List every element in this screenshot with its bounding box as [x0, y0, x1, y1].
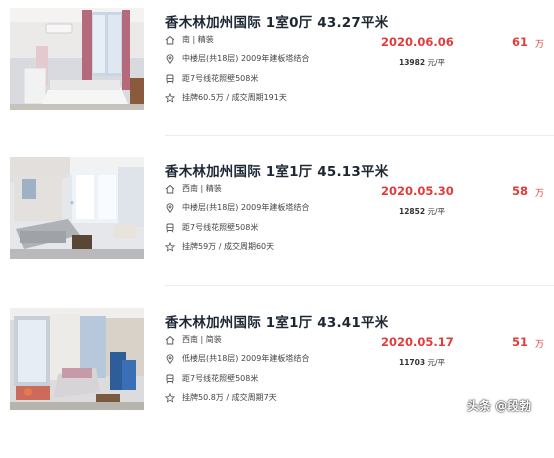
total-price-unit: 万	[535, 40, 545, 50]
orientation-text: 南 | 精装	[182, 35, 214, 44]
transit-text: 距7号线花照壁508米	[182, 223, 259, 232]
location-pin-icon	[165, 202, 175, 213]
floor-row: 低楼层(共18层) 2009年建板塔结合	[165, 353, 309, 364]
listing-title[interactable]: 香木林加州国际 1室1厅 43.41平米	[165, 311, 388, 331]
unit-price-suffix: 元/平	[425, 358, 446, 367]
total-price-unit: 万	[535, 340, 545, 350]
unit-price-value: 12852	[399, 207, 426, 216]
star-icon	[165, 92, 175, 103]
history-row: 挂牌50.8万 / 成交周期7天	[165, 392, 277, 403]
transit-row: 距7号线花照壁508米	[165, 373, 258, 384]
unit-price-suffix: 元/平	[425, 207, 446, 216]
home-icon	[165, 335, 175, 345]
home-icon	[165, 184, 175, 194]
orientation-text: 西南 | 简装	[182, 335, 222, 344]
listing-title[interactable]: 香木林加州国际 1室1厅 45.13平米	[165, 160, 388, 180]
star-icon	[165, 241, 175, 252]
metro-icon	[165, 74, 175, 84]
transit-text: 距7号线花照壁508米	[182, 74, 259, 83]
deal-date: 2020.05.17	[381, 335, 454, 349]
unit-price-suffix: 元/平	[425, 58, 446, 67]
floor-row: 中楼层(共18层) 2009年建板塔结合	[165, 202, 309, 213]
star-icon	[165, 392, 175, 403]
listing-photo[interactable]	[10, 8, 144, 110]
listing-title[interactable]: 香木林加州国际 1室0厅 43.27平米	[165, 11, 388, 31]
total-price: 58	[512, 184, 529, 198]
home-icon	[165, 35, 175, 45]
listing-photo[interactable]: ◆	[10, 157, 144, 259]
unit-price: 12852 元/平	[399, 206, 445, 217]
history-text: 挂牌60.5万 / 成交周期191天	[182, 93, 287, 102]
location-pin-icon	[165, 53, 175, 64]
total-price-unit: 万	[535, 189, 545, 199]
orientation-row: 西南 | 精装	[165, 183, 222, 194]
floor-row: 中楼层(共18层) 2009年建板塔结合	[165, 53, 309, 64]
transit-text: 距7号线花照壁508米	[182, 374, 259, 383]
unit-price: 11703 元/平	[399, 357, 445, 368]
floor-text: 中楼层(共18层) 2009年建板塔结合	[182, 203, 310, 212]
svg-text:◆: ◆	[70, 200, 74, 206]
metro-icon	[165, 374, 175, 384]
orientation-row: 西南 | 简装	[165, 334, 222, 345]
history-row: 挂牌59万 / 成交周期60天	[165, 241, 274, 252]
watermark: 头条 @段勃	[467, 399, 532, 413]
unit-price: 13982 元/平	[399, 57, 445, 68]
floor-text: 低楼层(共18层) 2009年建板塔结合	[182, 354, 310, 363]
floor-text: 中楼层(共18层) 2009年建板塔结合	[182, 54, 310, 63]
history-row: 挂牌60.5万 / 成交周期191天	[165, 92, 287, 103]
total-price: 51	[512, 335, 529, 349]
history-text: 挂牌59万 / 成交周期60天	[182, 242, 275, 251]
unit-price-value: 11703	[399, 358, 426, 367]
divider	[165, 285, 554, 286]
history-text: 挂牌50.8万 / 成交周期7天	[182, 393, 277, 402]
deal-date: 2020.05.30	[381, 184, 454, 198]
transit-row: 距7号线花照壁508米	[165, 222, 258, 233]
listing-photo[interactable]	[10, 308, 144, 410]
orientation-text: 西南 | 精装	[182, 184, 222, 193]
listing-item-3[interactable]: 香木林加州国际 1室1厅 43.41平米 西南 | 简装 低楼层(共18层) 2…	[0, 308, 554, 458]
orientation-row: 南 | 精装	[165, 34, 214, 45]
location-pin-icon	[165, 353, 175, 364]
deal-date: 2020.06.06	[381, 35, 454, 49]
total-price: 61	[512, 35, 529, 49]
transit-row: 距7号线花照壁508米	[165, 73, 258, 84]
divider	[165, 135, 554, 136]
metro-icon	[165, 223, 175, 233]
unit-price-value: 13982	[399, 58, 426, 67]
